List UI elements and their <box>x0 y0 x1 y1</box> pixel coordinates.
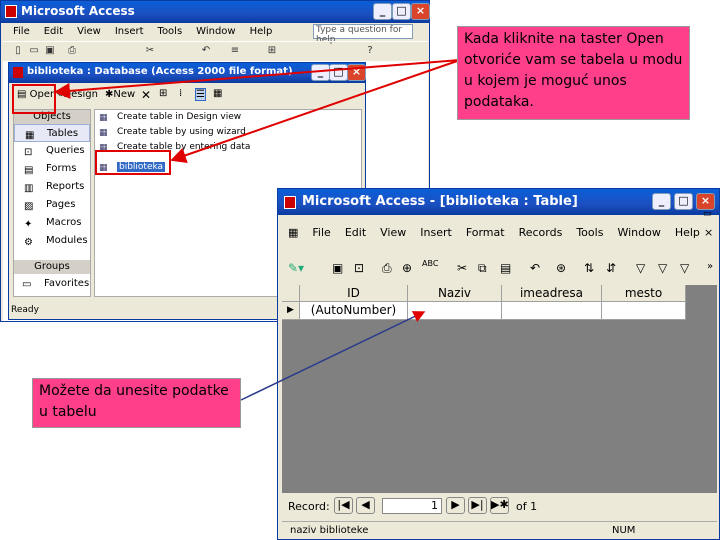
arrow-to-biblioteka <box>170 59 461 163</box>
arrow-to-open <box>54 59 461 99</box>
callout-top: Kada kliknite na taster Open otvoriće va… <box>457 26 690 120</box>
arrow-to-cell <box>240 311 426 401</box>
callout-bottom: Možete da unesite podatke u tabelu <box>32 378 241 428</box>
